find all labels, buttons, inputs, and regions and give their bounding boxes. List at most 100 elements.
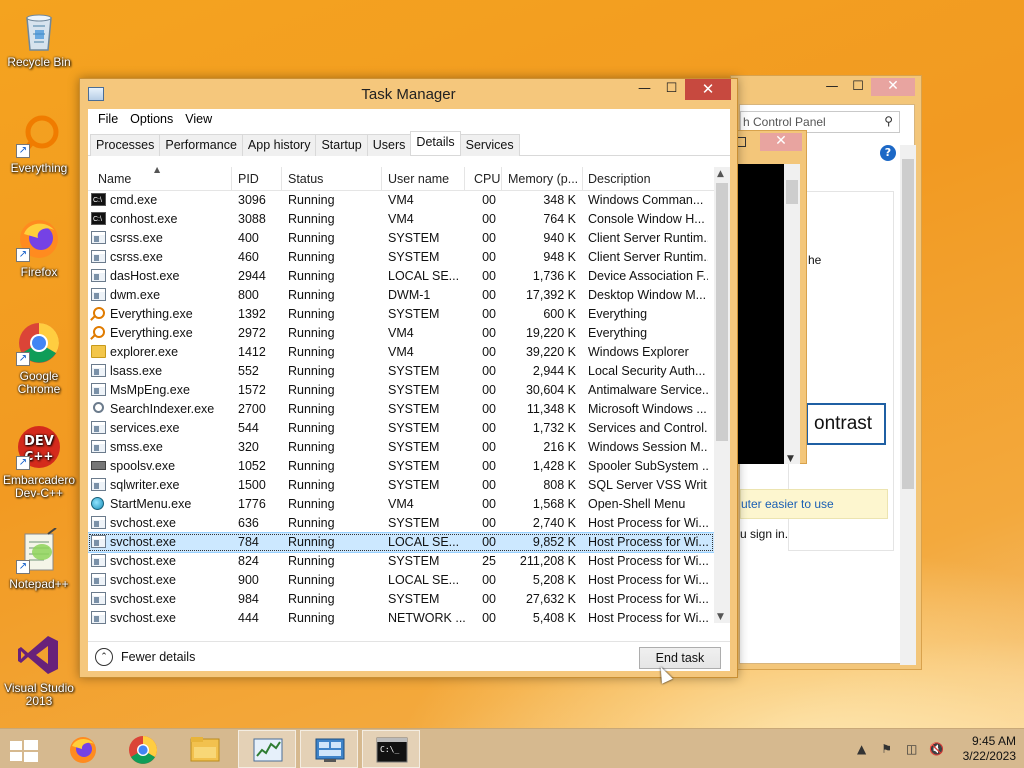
column-header-cpu[interactable]: CPU <box>474 172 500 186</box>
table-row[interactable]: svchost.exe 784 Running LOCAL SE... 00 9,852 … <box>88 532 715 553</box>
scroll-down-icon[interactable]: ▼ <box>717 612 724 622</box>
process-pid: 444 <box>238 611 259 625</box>
table-row[interactable]: Everything.exe 2972 Running VM4 00 19,220 K Ev… <box>88 324 714 343</box>
table-row[interactable]: lsass.exe 552 Running SYSTEM 00 2,944 K Local … <box>88 362 714 381</box>
easier-to-use-link[interactable]: uter easier to use <box>740 489 888 519</box>
table-scrollbar[interactable]: ▲ ▼ <box>714 167 730 623</box>
close-icon[interactable]: ✕ <box>685 79 731 100</box>
search-icon[interactable]: ⚲ <box>884 114 893 128</box>
desktop-icon-firefox[interactable]: ↗ Firefox <box>1 216 77 279</box>
column-divider[interactable] <box>464 167 465 191</box>
end-task-button[interactable]: End task <box>639 647 721 669</box>
column-divider[interactable] <box>281 167 282 191</box>
table-row[interactable]: Everything.exe 1392 Running SYSTEM 00 600 K Ev… <box>88 305 714 324</box>
table-row[interactable]: smss.exe 320 Running SYSTEM 00 216 K Windows S… <box>88 438 714 457</box>
scrollbar-thumb[interactable] <box>786 180 798 204</box>
tab-processes[interactable]: Processes <box>90 134 161 156</box>
process-pid: 2944 <box>238 269 266 283</box>
clock[interactable]: 9:45 AM 3/22/2023 <box>963 734 1016 764</box>
show-hidden-icons-icon[interactable]: ▲ <box>854 741 870 757</box>
taskbar-task-manager[interactable] <box>238 730 296 768</box>
process-user: SYSTEM <box>388 402 440 416</box>
table-row[interactable]: csrss.exe 400 Running SYSTEM 00 940 K Client S… <box>88 229 714 248</box>
table-row[interactable]: explorer.exe 1412 Running VM4 00 39,220 K Wind… <box>88 343 714 362</box>
desktop-icon-devcpp[interactable]: DEV C++ ↗ Embarcadero Dev-C++ <box>1 424 77 500</box>
column-divider[interactable] <box>381 167 382 191</box>
cmd-icon: C:\_ <box>376 737 408 763</box>
table-row[interactable]: dasHost.exe 2944 Running LOCAL SE... 00 1,736… <box>88 267 714 286</box>
taskbar-file-explorer[interactable] <box>176 730 234 768</box>
table-row[interactable]: svchost.exe 636 Running SYSTEM 00 2,740 K Host… <box>88 514 714 533</box>
table-row[interactable]: dwm.exe 800 Running DWM-1 00 17,392 K Desktop … <box>88 286 714 305</box>
table-row[interactable]: services.exe 544 Running SYSTEM 00 1,732 K Ser… <box>88 419 714 438</box>
minimize-icon[interactable]: — <box>631 79 658 100</box>
menu-options[interactable]: Options <box>124 112 179 126</box>
close-icon[interactable]: ✕ <box>871 78 915 96</box>
minimize-icon[interactable]: — <box>819 78 845 96</box>
maximize-icon[interactable]: ☐ <box>658 79 685 100</box>
high-contrast-button[interactable]: ontrast <box>806 403 886 445</box>
scrollbar-thumb[interactable] <box>716 183 728 441</box>
desktop-icon-visual-studio[interactable]: Visual Studio 2013 <box>1 632 77 708</box>
table-row[interactable]: sqlwriter.exe 1500 Running SYSTEM 00 808 K SQL… <box>88 476 714 495</box>
scrollbar-thumb[interactable] <box>902 159 914 489</box>
table-row[interactable]: spoolsv.exe 1052 Running SYSTEM 00 1,428 K Spo… <box>88 457 714 476</box>
column-header-description[interactable]: Description <box>588 172 651 186</box>
menu-view[interactable]: View <box>179 112 218 126</box>
tab-startup[interactable]: Startup <box>315 134 368 156</box>
process-app-icon <box>91 421 106 434</box>
fewer-details-link[interactable]: Fewer details <box>121 650 195 664</box>
task-manager-window[interactable]: Task Manager — ☐ ✕ File Options View Pro… <box>79 78 738 678</box>
devcpp-icon: DEV C++ ↗ <box>16 424 62 470</box>
help-icon[interactable]: ? <box>880 145 896 161</box>
column-divider[interactable] <box>501 167 502 191</box>
process-description: Host Process for Wi... <box>588 611 708 625</box>
start-button[interactable] <box>0 730 58 768</box>
console-scrollbar[interactable]: ▼ <box>784 164 800 464</box>
taskbar-chrome[interactable] <box>114 730 172 768</box>
column-header-user-name[interactable]: User name <box>388 172 449 186</box>
tab-details[interactable]: Details <box>410 131 461 155</box>
network-icon[interactable]: ◫ <box>904 741 920 757</box>
tab-performance[interactable]: Performance <box>159 134 243 156</box>
column-header-memory[interactable]: Memory (p... <box>508 172 580 186</box>
title-bar[interactable]: Task Manager — ☐ ✕ <box>80 79 737 109</box>
table-row[interactable]: svchost.exe 900 Running LOCAL SE... 00 5,208 … <box>88 571 714 590</box>
control-panel-scrollbar[interactable] <box>900 145 916 665</box>
desktop-icon-chrome[interactable]: ↗ Google Chrome <box>1 320 77 396</box>
tab-users[interactable]: Users <box>366 134 412 156</box>
console-screen[interactable] <box>738 164 784 464</box>
taskbar-firefox[interactable] <box>54 730 112 768</box>
taskbar-command-prompt[interactable]: C:\_ <box>362 730 420 768</box>
table-row[interactable]: svchost.exe 984 Running SYSTEM 00 27,632 K Hos… <box>88 590 714 609</box>
maximize-icon[interactable]: ☐ <box>845 78 871 96</box>
desktop-icon-notepadpp[interactable]: ↗ Notepad++ <box>1 527 77 591</box>
volume-muted-icon[interactable]: 🔇 <box>929 741 945 757</box>
table-row[interactable]: StartMenu.exe 1776 Running VM4 00 1,568 K Open… <box>88 495 714 514</box>
table-row[interactable]: C:\ cmd.exe 3096 Running VM4 00 348 K Windows C… <box>88 191 714 210</box>
column-header-status[interactable]: Status <box>288 172 323 186</box>
tab-app-history[interactable]: App history <box>241 134 317 156</box>
console-window[interactable]: ✕ ▼ <box>731 130 807 464</box>
column-header-pid[interactable]: PID <box>238 172 259 186</box>
table-row[interactable]: svchost.exe 824 Running SYSTEM 25 211,208 K Ho… <box>88 552 714 571</box>
chevron-up-icon[interactable]: ⌃ <box>95 648 113 666</box>
column-divider[interactable] <box>582 167 583 191</box>
table-row[interactable]: csrss.exe 460 Running SYSTEM 00 948 K Client S… <box>88 248 714 267</box>
desktop-icon-everything[interactable]: ↗ Everything <box>1 112 77 175</box>
column-divider[interactable] <box>231 167 232 191</box>
column-header-name[interactable]: Name <box>98 172 131 186</box>
menu-file[interactable]: File <box>92 112 124 126</box>
desktop-icon-recycle-bin[interactable]: Recycle Bin <box>1 6 77 69</box>
process-pid: 400 <box>238 231 259 245</box>
action-center-flag-icon[interactable]: ⚑ <box>879 741 895 757</box>
scroll-up-icon[interactable]: ▲ <box>717 169 724 179</box>
close-icon[interactable]: ✕ <box>760 133 802 151</box>
table-row[interactable]: MsMpEng.exe 1572 Running SYSTEM 00 30,604 K An… <box>88 381 714 400</box>
table-row[interactable]: C:\ conhost.exe 3088 Running VM4 00 764 K Conso… <box>88 210 714 229</box>
tab-services[interactable]: Services <box>459 134 520 156</box>
scroll-down-icon[interactable]: ▼ <box>787 454 794 464</box>
table-row[interactable]: SearchIndexer.exe 2700 Running SYSTEM 00 11,3… <box>88 400 714 419</box>
taskbar-control-panel[interactable] <box>300 730 358 768</box>
table-row[interactable]: svchost.exe 444 Running NETWORK ... 00 5,408 … <box>88 609 714 628</box>
